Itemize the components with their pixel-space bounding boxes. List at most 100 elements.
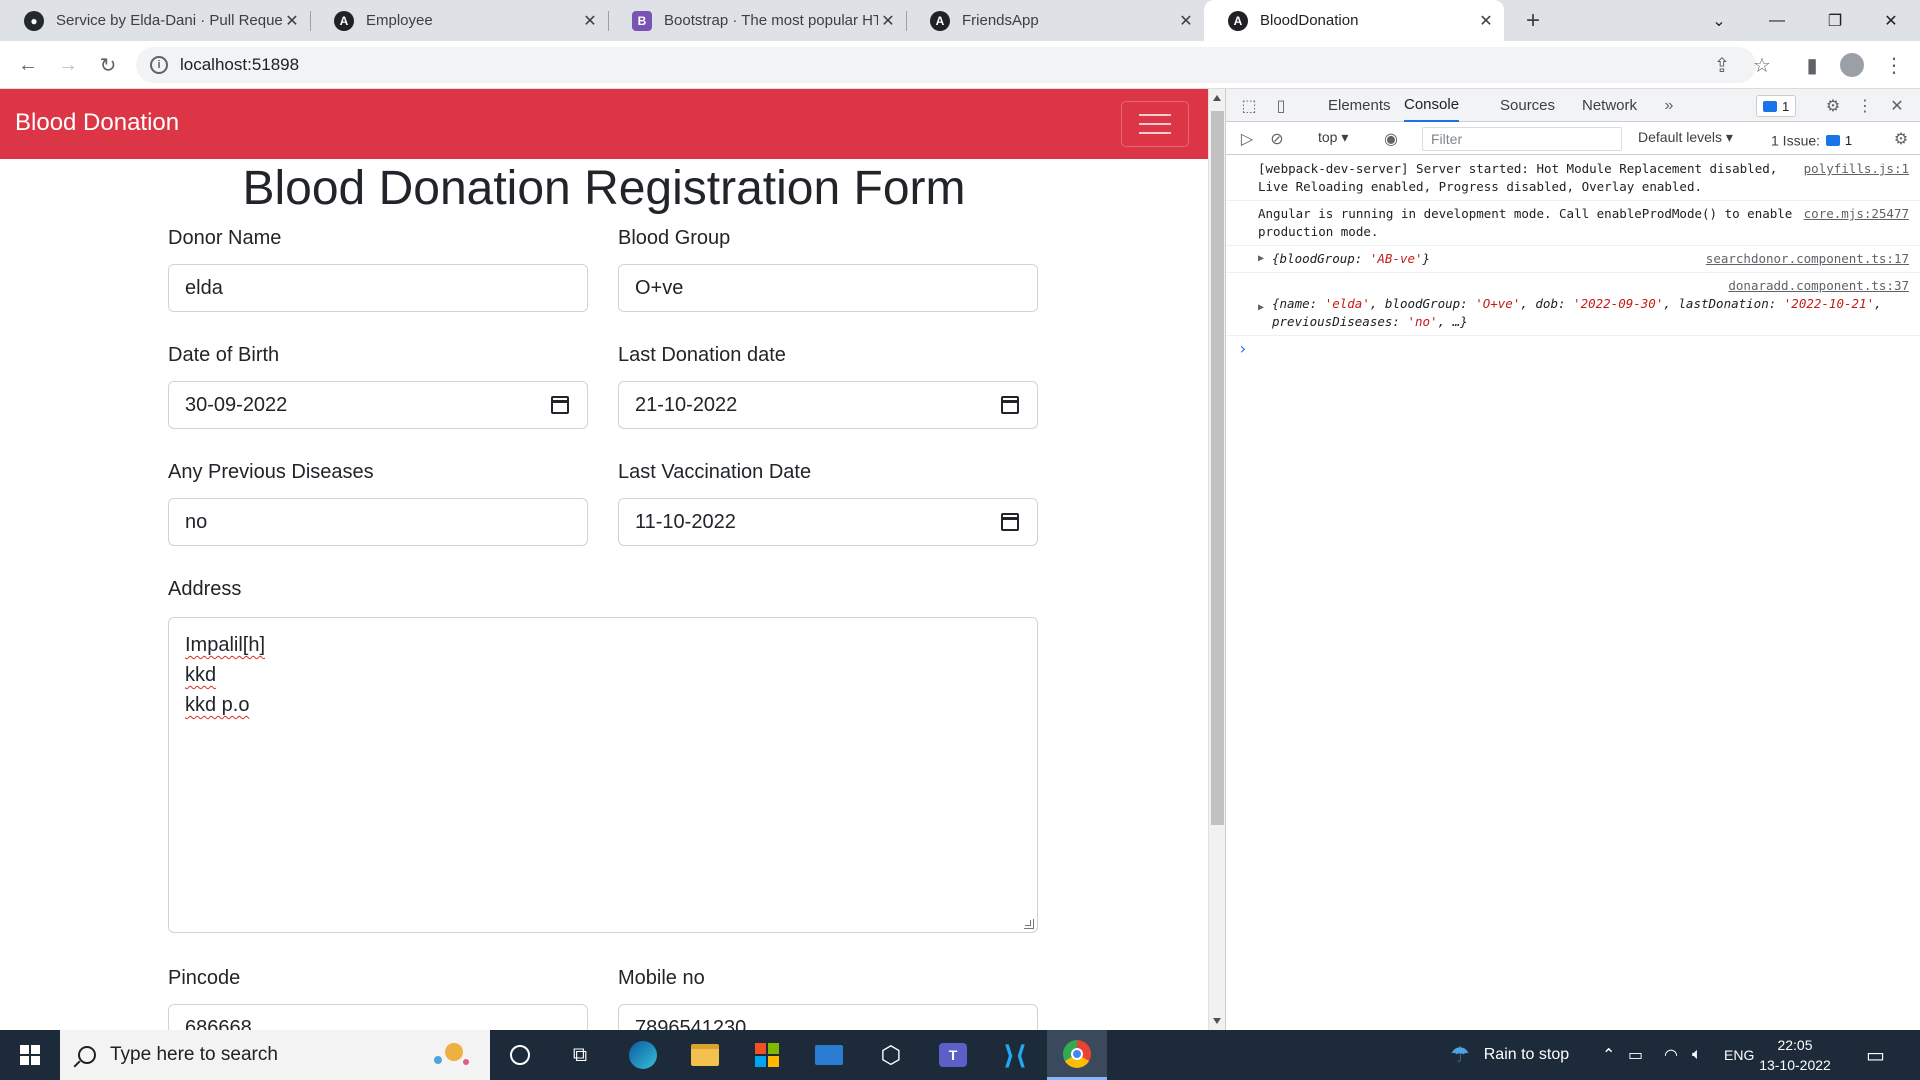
edge-browser-icon[interactable] bbox=[613, 1030, 673, 1080]
tab-console[interactable]: Console bbox=[1404, 89, 1460, 122]
dob-date-input[interactable]: 30-09-2022 bbox=[168, 381, 588, 429]
show-hidden-icons-chevron-icon[interactable]: ⌃ bbox=[1602, 1030, 1615, 1080]
navbar-toggler-button[interactable] bbox=[1121, 101, 1189, 147]
close-tab-icon[interactable]: ✕ bbox=[1176, 11, 1196, 31]
scroll-up-arrow-icon[interactable] bbox=[1213, 95, 1221, 101]
site-info-icon[interactable]: i bbox=[150, 56, 168, 74]
calendar-icon[interactable] bbox=[1001, 396, 1019, 414]
address-bar[interactable]: i localhost:51898 bbox=[136, 47, 1756, 83]
console-message: polyfills.js:1 [webpack-dev-server] Serv… bbox=[1226, 156, 1920, 201]
mobile-input[interactable]: 7896541230 bbox=[618, 1004, 1038, 1030]
page-scrollbar[interactable] bbox=[1208, 89, 1225, 1030]
calendar-icon[interactable] bbox=[551, 396, 569, 414]
console-filter-input[interactable]: Filter bbox=[1422, 127, 1622, 151]
battery-icon[interactable]: ▭ bbox=[1628, 1030, 1643, 1080]
console-prompt[interactable]: › bbox=[1226, 336, 1920, 362]
language-indicator[interactable]: ENG bbox=[1724, 1030, 1754, 1080]
show-sidebar-icon[interactable]: ▷ bbox=[1236, 128, 1258, 150]
log-levels-dropdown[interactable]: Default levels ▾ bbox=[1638, 129, 1733, 146]
vscode-icon[interactable]: ⟩⟨ bbox=[985, 1030, 1045, 1080]
donor-name-input[interactable]: elda bbox=[168, 264, 588, 312]
devtools-tab-bar: ⬚ ▯ Elements Console Sources Network » 1… bbox=[1226, 89, 1920, 122]
start-button[interactable] bbox=[0, 1030, 60, 1080]
last-vaccination-label: Last Vaccination Date bbox=[618, 461, 812, 483]
tab-network[interactable]: Network bbox=[1582, 89, 1637, 122]
console-object-message[interactable]: ▶ searchdonor.component.ts:17 {bloodGrou… bbox=[1226, 246, 1920, 273]
settings-gear-icon[interactable]: ⚙ bbox=[1822, 95, 1844, 117]
close-window-button[interactable]: ✕ bbox=[1862, 0, 1920, 41]
side-panel-icon[interactable]: ▮ bbox=[1798, 51, 1826, 79]
teams-icon[interactable]: T bbox=[923, 1030, 983, 1080]
navbar-brand[interactable]: Blood Donation bbox=[15, 109, 179, 137]
scrollbar-thumb[interactable] bbox=[1211, 111, 1224, 825]
taskbar-search-box[interactable]: Type here to search bbox=[60, 1030, 490, 1080]
tab-github-pull-request[interactable]: ● Service by Elda-Dani · Pull Reque ✕ bbox=[0, 0, 310, 41]
inspect-element-icon[interactable]: ⬚ bbox=[1238, 95, 1260, 117]
scroll-down-arrow-icon[interactable] bbox=[1213, 1018, 1221, 1024]
issues-button[interactable]: 1 Issue: 1 bbox=[1771, 129, 1854, 151]
messages-badge[interactable]: 1 bbox=[1756, 95, 1797, 117]
app-navbar: Blood Donation bbox=[0, 89, 1208, 159]
tab-elements[interactable]: Elements bbox=[1328, 89, 1391, 122]
chrome-icon[interactable] bbox=[1047, 1030, 1107, 1080]
cortana-icon[interactable] bbox=[490, 1030, 550, 1080]
last-vaccination-date-input[interactable]: 11-10-2022 bbox=[618, 498, 1038, 546]
mail-icon[interactable] bbox=[799, 1030, 859, 1080]
source-link[interactable]: polyfills.js:1 bbox=[1804, 160, 1909, 178]
devtools-more-icon[interactable]: ⋮ bbox=[1854, 95, 1876, 117]
clear-console-icon[interactable]: ⊘ bbox=[1266, 128, 1288, 150]
file-explorer-icon[interactable] bbox=[675, 1030, 735, 1080]
source-link[interactable]: searchdonor.component.ts:17 bbox=[1706, 250, 1909, 268]
expand-triangle-icon[interactable]: ▶ bbox=[1258, 299, 1264, 317]
console-message: core.mjs:25477 Angular is running in dev… bbox=[1226, 201, 1920, 246]
volume-icon[interactable]: 🔈︎ bbox=[1692, 1030, 1702, 1080]
tab-blooddonation[interactable]: A BloodDonation ✕ bbox=[1204, 0, 1504, 41]
tab-sources[interactable]: Sources bbox=[1500, 89, 1555, 122]
console-settings-gear-icon[interactable]: ⚙ bbox=[1890, 128, 1912, 150]
weather-widget[interactable]: ☂ Rain to stop bbox=[1450, 1030, 1569, 1080]
web-page-viewport: Blood Donation Blood Donation Registrati… bbox=[0, 89, 1208, 1030]
console-object-message[interactable]: donaradd.component.ts:37 ▶ {name: 'elda'… bbox=[1226, 273, 1920, 336]
previous-diseases-input[interactable]: no bbox=[168, 498, 588, 546]
forward-button[interactable]: → bbox=[52, 49, 84, 81]
close-tab-icon[interactable]: ✕ bbox=[580, 11, 600, 31]
live-expression-eye-icon[interactable]: ◉ bbox=[1380, 128, 1402, 150]
close-tab-icon[interactable]: ✕ bbox=[878, 11, 898, 31]
microsoft-store-icon[interactable] bbox=[737, 1030, 797, 1080]
profile-avatar-icon[interactable] bbox=[1838, 51, 1866, 79]
more-menu-icon[interactable]: ⋮ bbox=[1880, 51, 1908, 79]
close-tab-icon[interactable]: ✕ bbox=[282, 11, 302, 31]
reload-button[interactable]: ↻ bbox=[92, 49, 124, 81]
visual-studio-icon[interactable]: ⬡ bbox=[861, 1030, 921, 1080]
pincode-input[interactable]: 686668 bbox=[168, 1004, 588, 1030]
source-link[interactable]: core.mjs:25477 bbox=[1804, 205, 1909, 223]
tab-employee[interactable]: A Employee ✕ bbox=[310, 0, 608, 41]
more-tabs-chevron-icon[interactable]: » bbox=[1658, 95, 1680, 117]
tab-search-chevron-icon[interactable]: ⌄ bbox=[1690, 0, 1748, 41]
share-icon[interactable]: ⇪ bbox=[1708, 51, 1736, 79]
bookmark-star-icon[interactable]: ☆ bbox=[1748, 51, 1776, 79]
restore-button[interactable]: ❐ bbox=[1806, 0, 1864, 41]
textarea-resize-handle[interactable] bbox=[1024, 919, 1034, 929]
device-toolbar-icon[interactable]: ▯ bbox=[1270, 95, 1292, 117]
back-button[interactable]: ← bbox=[12, 49, 44, 81]
console-log: polyfills.js:1 [webpack-dev-server] Serv… bbox=[1226, 156, 1920, 362]
wifi-icon[interactable]: ◠ bbox=[1664, 1030, 1678, 1080]
last-donation-date-input[interactable]: 21-10-2022 bbox=[618, 381, 1038, 429]
minimize-button[interactable]: — bbox=[1748, 0, 1806, 41]
address-textarea[interactable]: Impalil[h] kkd kkd p.o bbox=[168, 617, 1038, 933]
source-link[interactable]: donaradd.component.ts:37 bbox=[1728, 278, 1909, 293]
close-tab-icon[interactable]: ✕ bbox=[1476, 11, 1496, 31]
close-devtools-icon[interactable]: ✕ bbox=[1886, 95, 1908, 117]
new-tab-button[interactable]: + bbox=[1520, 7, 1546, 34]
tab-friendsapp[interactable]: A FriendsApp ✕ bbox=[906, 0, 1204, 41]
context-selector[interactable]: top ▾ bbox=[1318, 129, 1348, 146]
taskbar-clock[interactable]: 22:05 13-10-2022 bbox=[1752, 1035, 1838, 1075]
expand-triangle-icon[interactable]: ▶ bbox=[1258, 250, 1264, 268]
notifications-icon[interactable]: ▭ bbox=[1866, 1030, 1885, 1080]
console-toolbar: ▷ ⊘ top ▾ ◉ Filter Default levels ▾ 1 Is… bbox=[1226, 123, 1920, 155]
calendar-icon[interactable] bbox=[1001, 513, 1019, 531]
blood-group-input[interactable]: O+ve bbox=[618, 264, 1038, 312]
task-view-icon[interactable]: ⧉ bbox=[550, 1030, 610, 1080]
tab-bootstrap[interactable]: B Bootstrap · The most popular HTI ✕ bbox=[608, 0, 906, 41]
